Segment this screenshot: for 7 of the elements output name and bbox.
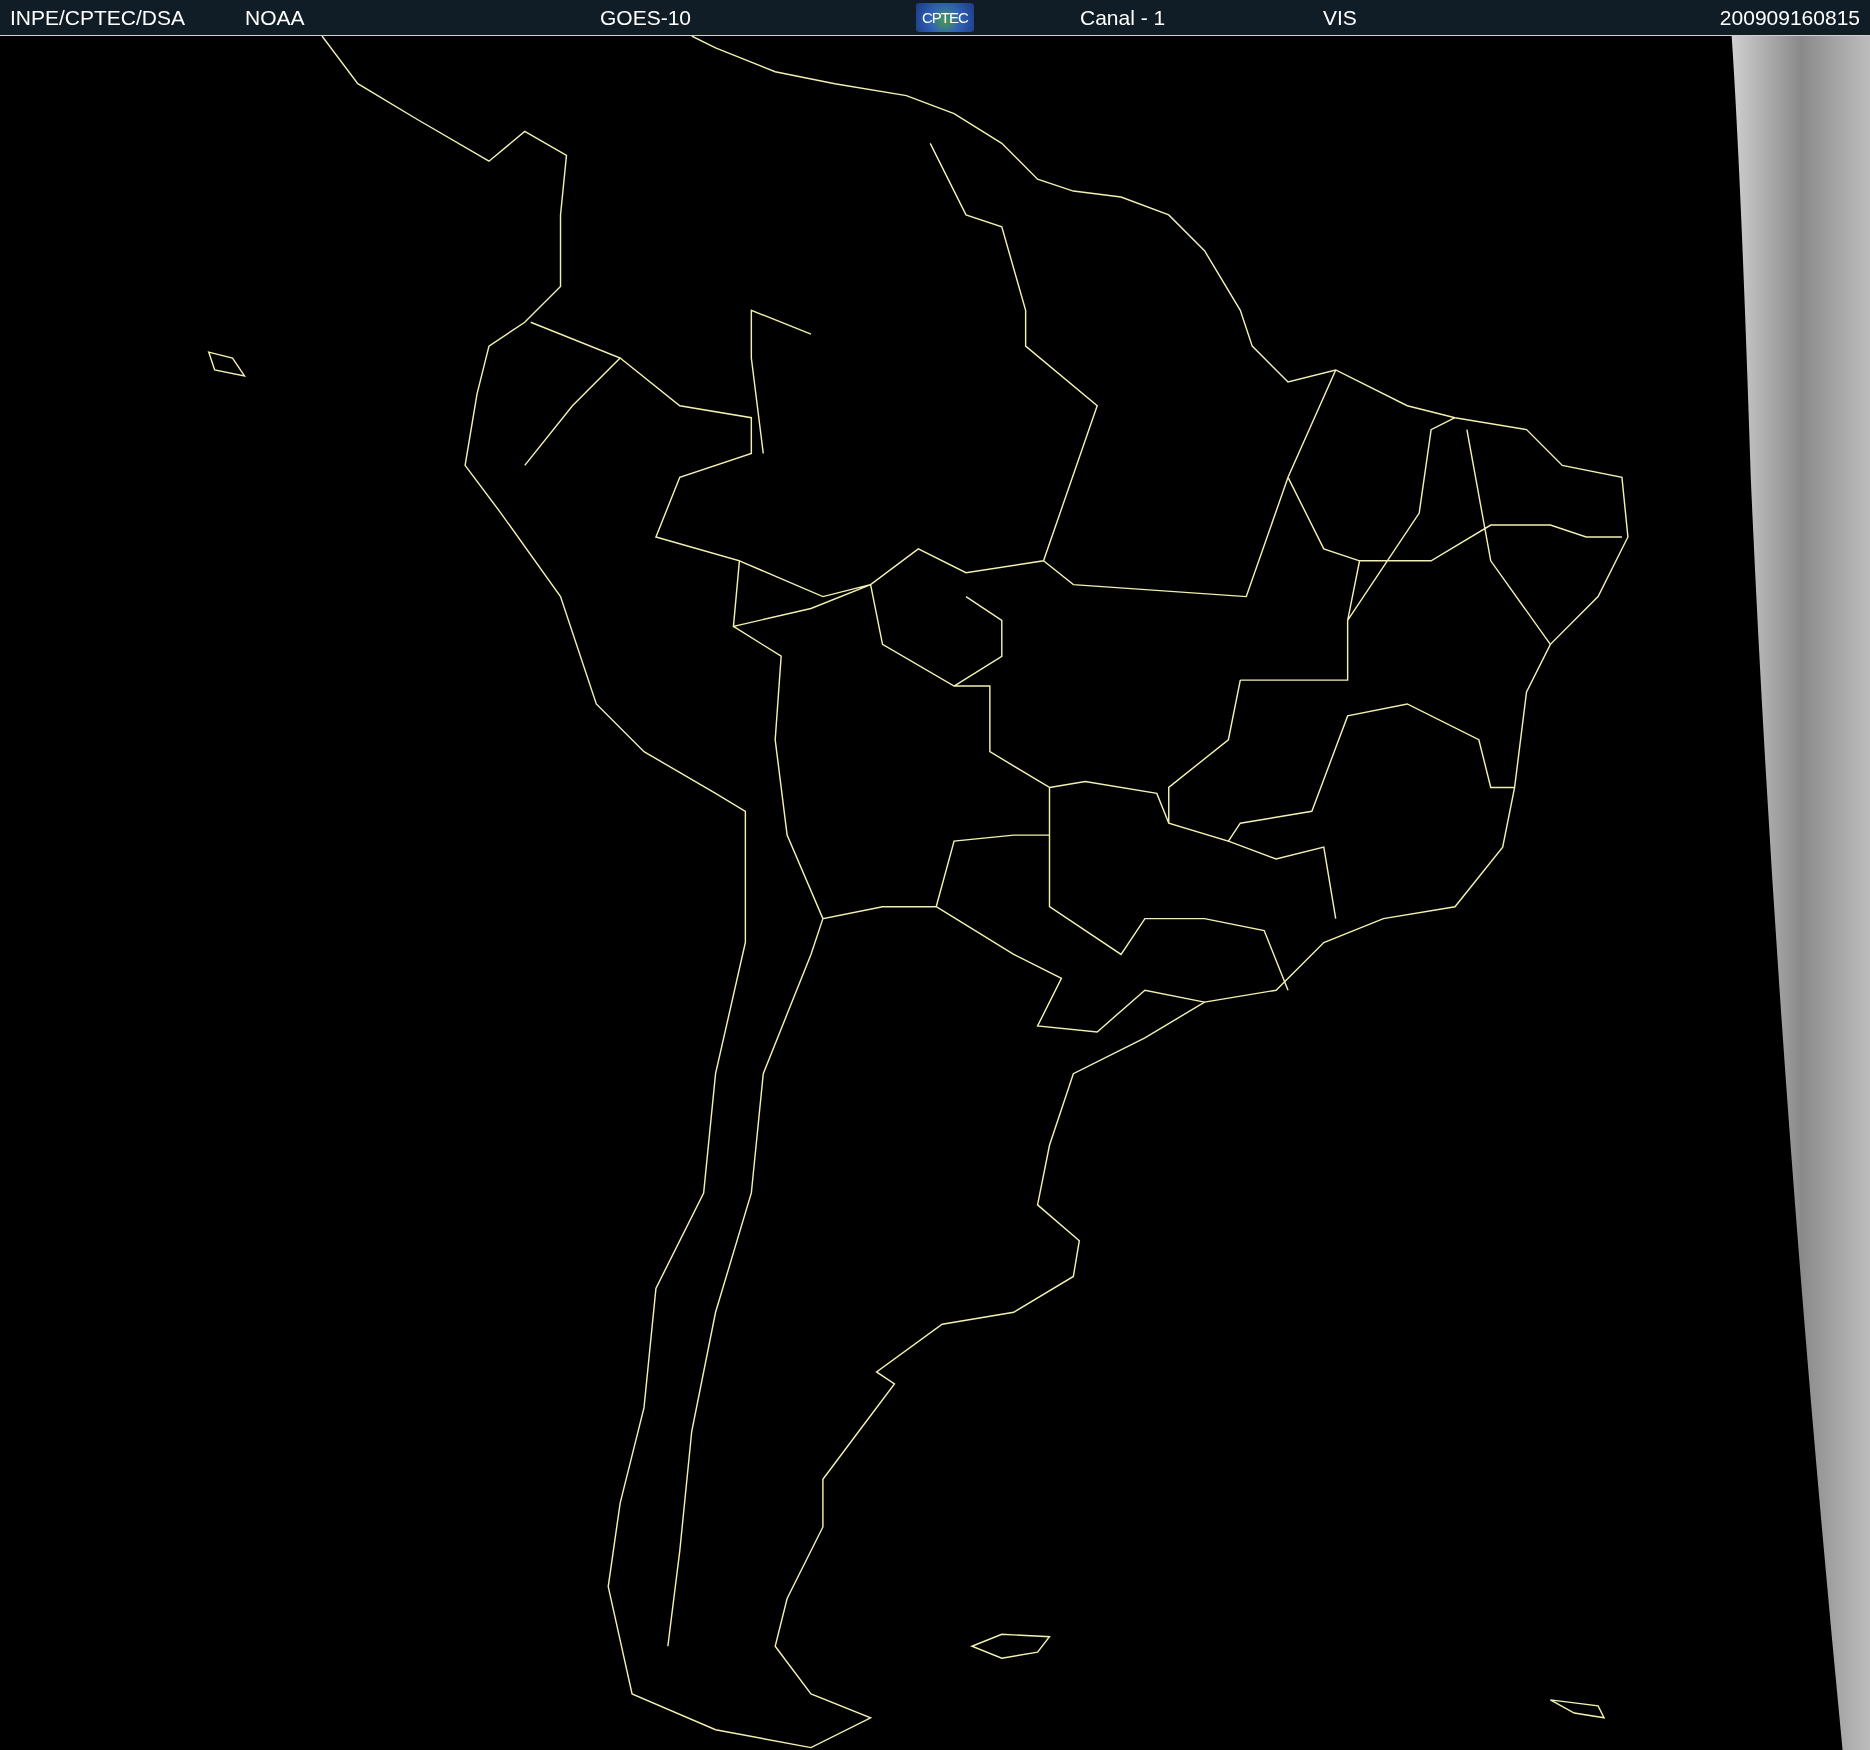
band-label: VIS <box>1323 5 1357 30</box>
satellite-label: GOES-10 <box>600 5 692 30</box>
source-label: INPE/CPTEC/DSA <box>10 5 186 30</box>
timestamp-label: 200909160815 <box>1719 5 1860 30</box>
logo: CPTEC <box>916 3 974 32</box>
channel-label: Canal - 1 <box>1080 5 1166 30</box>
agency-label: NOAA <box>245 5 305 30</box>
